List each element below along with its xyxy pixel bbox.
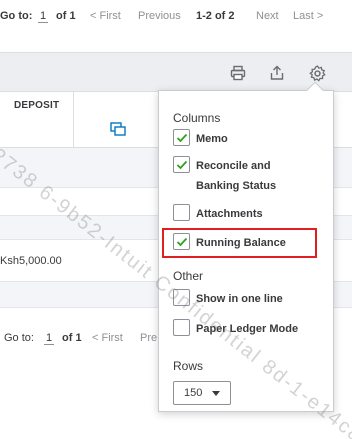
checkbox-reconcile[interactable] bbox=[173, 156, 190, 173]
pager-top: Go to: 1 of 1 < First Previous 1-2 of 2 … bbox=[0, 0, 352, 36]
checkbox-attachments[interactable] bbox=[173, 204, 190, 221]
highlight-box bbox=[162, 228, 317, 258]
column-header-deposit[interactable]: DEPOSIT bbox=[14, 100, 59, 111]
page-range: 1-2 of 2 bbox=[196, 10, 235, 22]
table-toolbar bbox=[0, 52, 352, 92]
chevron-down-icon bbox=[212, 391, 220, 396]
option-label-line2: Banking Status bbox=[196, 180, 277, 192]
next-page-link[interactable]: Next bbox=[256, 10, 279, 22]
option-label: Attachments bbox=[196, 208, 263, 220]
option-label: Reconcile and Banking Status bbox=[196, 156, 276, 196]
rows-per-page-value: 150 bbox=[184, 387, 203, 399]
previous-page-link[interactable]: Previous bbox=[138, 10, 181, 22]
option-show-in-one-line[interactable]: Show in one line bbox=[173, 289, 283, 309]
column-option-reconcile-banking-status[interactable]: Reconcile and Banking Status bbox=[173, 156, 276, 196]
printer-icon[interactable] bbox=[228, 63, 248, 83]
checkbox-paper-ledger-mode[interactable] bbox=[173, 319, 190, 336]
checkbox-memo[interactable] bbox=[173, 129, 190, 146]
option-label: Paper Ledger Mode bbox=[196, 323, 299, 335]
checkbox-show-in-one-line[interactable] bbox=[173, 289, 190, 306]
column-option-attachments[interactable]: Attachments bbox=[173, 204, 263, 224]
page-of-label: of 1 bbox=[62, 332, 82, 344]
first-page-link[interactable]: < First bbox=[90, 10, 121, 22]
option-paper-ledger-mode[interactable]: Paper Ledger Mode bbox=[173, 319, 298, 339]
checkmark-icon bbox=[176, 133, 187, 142]
column-divider bbox=[73, 92, 74, 148]
goto-label: Go to: bbox=[0, 10, 33, 22]
checkmark-icon bbox=[176, 160, 187, 169]
page-input[interactable]: 1 bbox=[38, 10, 49, 23]
previous-page-link[interactable]: Pre bbox=[140, 332, 157, 344]
column-option-memo[interactable]: Memo bbox=[173, 129, 228, 149]
gear-icon[interactable] bbox=[307, 63, 327, 83]
rows-section-title: Rows bbox=[173, 359, 204, 373]
page-of-label: of 1 bbox=[56, 10, 76, 22]
deposit-amount: Ksh5,000.00 bbox=[0, 255, 62, 267]
rows-per-page-select[interactable]: 150 bbox=[173, 381, 231, 405]
last-page-link[interactable]: Last > bbox=[293, 10, 323, 22]
goto-label: Go to: bbox=[4, 332, 34, 344]
copy-columns-icon[interactable] bbox=[110, 122, 126, 141]
first-page-link[interactable]: < First bbox=[92, 332, 123, 344]
option-label-line1: Reconcile and bbox=[196, 160, 271, 172]
option-label: Memo bbox=[196, 133, 228, 145]
page-input[interactable]: 1 bbox=[44, 332, 55, 345]
other-section-title: Other bbox=[173, 269, 204, 283]
option-label: Show in one line bbox=[196, 293, 283, 305]
export-icon[interactable] bbox=[267, 63, 287, 83]
columns-section-title: Columns bbox=[173, 111, 221, 125]
